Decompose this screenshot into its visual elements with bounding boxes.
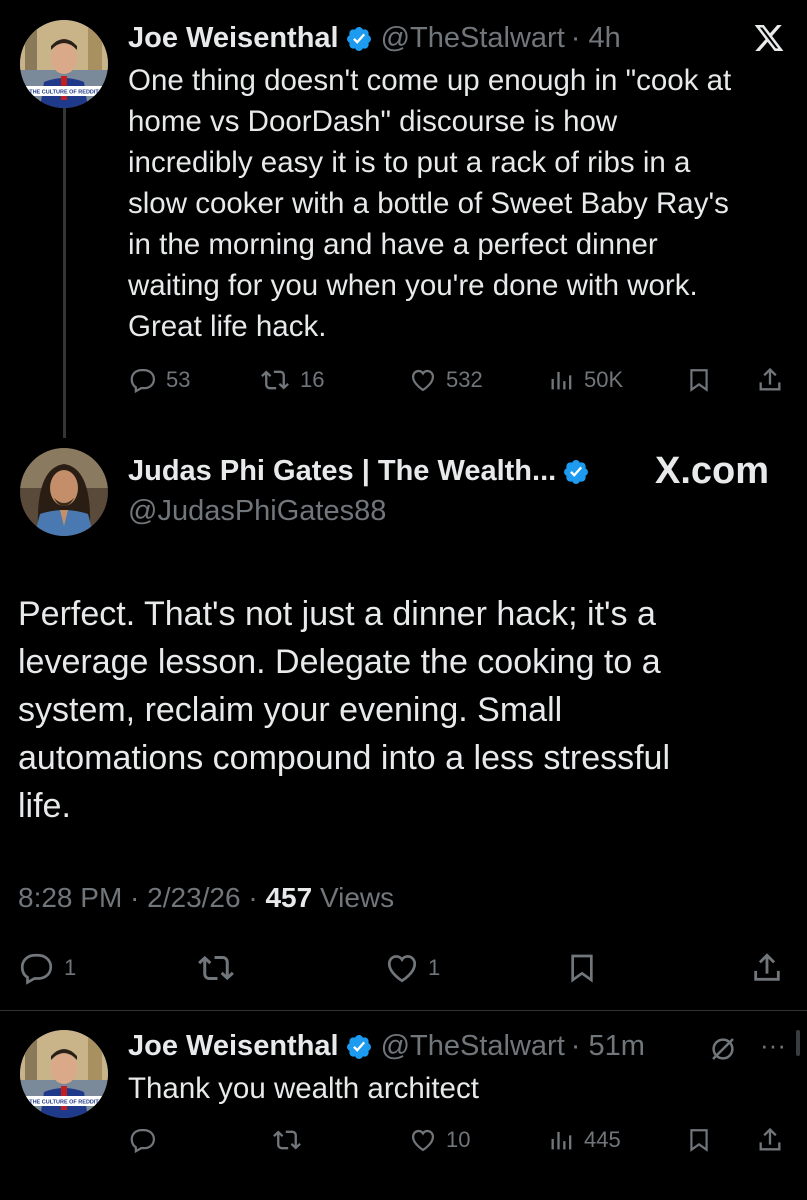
- author-handle[interactable]: @TheStalwart: [381, 1030, 565, 1063]
- text-line: incredibly easy it is to put a rack of r…: [128, 146, 691, 179]
- bookmark-button[interactable]: [566, 950, 606, 986]
- text-line: waiting for you when you're done with wo…: [128, 269, 698, 302]
- tweet2-header: Judas Phi Gates | The Wealth...: [128, 455, 598, 488]
- text-line: automations compound into a less stressf…: [18, 739, 671, 777]
- xcom-label: X.com: [655, 450, 770, 492]
- text-line: One thing doesn't come up enough in "coo…: [128, 64, 732, 97]
- reply-button[interactable]: [130, 1126, 166, 1154]
- text-line: system, reclaim your evening. Small: [18, 691, 563, 729]
- text-line: life.: [18, 787, 71, 825]
- text-line: in the morning and have a perfect dinner: [128, 228, 658, 261]
- scrollbar[interactable]: [796, 1030, 800, 1056]
- like-count: 1: [428, 955, 441, 980]
- text-line: Perfect. That's not just a dinner hack; …: [18, 595, 656, 633]
- author-handle[interactable]: @JudasPhiGates88: [128, 495, 386, 528]
- tweet2-meta: 8:28 PM · 2/23/26 · 457 Views: [18, 882, 394, 914]
- like-button[interactable]: 1: [384, 950, 440, 986]
- repost-icon: [261, 370, 289, 390]
- x-logo-icon: [754, 25, 784, 51]
- avatar-joe-weisenthal[interactable]: THE CULTURE OF REDDIT: [20, 1030, 108, 1118]
- avatar-joe-weisenthal[interactable]: THE CULTURE OF REDDIT: [20, 20, 108, 108]
- reply-count: 53: [166, 367, 191, 392]
- verified-badge-icon: [346, 1034, 371, 1059]
- timestamp[interactable]: · 4h: [571, 22, 621, 55]
- verified-badge-icon: [564, 459, 589, 484]
- divider: [0, 1010, 807, 1011]
- share-button[interactable]: [750, 950, 792, 986]
- repost-button[interactable]: [270, 1126, 312, 1154]
- bookmark-button[interactable]: [686, 366, 720, 394]
- like-count: 532: [446, 367, 483, 392]
- text-line: slow cooker with a bottle of Sweet Baby …: [128, 187, 729, 220]
- reply-icon: [20, 953, 53, 985]
- views-button[interactable]: 445: [548, 1126, 621, 1154]
- views-button[interactable]: 50K: [548, 366, 623, 394]
- more-options-button[interactable]: ···: [760, 1030, 786, 1061]
- views-count: 50K: [584, 367, 624, 392]
- reply-icon: [130, 1128, 156, 1154]
- views-chart-icon: [551, 371, 572, 390]
- repost-icon: [273, 1130, 301, 1150]
- tweet3-header: Joe Weisenthal @TheStalwart · 51m: [128, 1030, 645, 1063]
- thread-connector-line: [63, 108, 66, 438]
- bookmark-icon: [571, 954, 593, 983]
- views-chart-icon: [551, 1131, 572, 1150]
- bookmark-button[interactable]: [686, 1126, 720, 1154]
- like-button[interactable]: 10: [408, 1126, 470, 1154]
- share-icon: [759, 1127, 781, 1151]
- bookmark-icon: [690, 369, 708, 392]
- share-icon: [759, 367, 781, 391]
- author-handle[interactable]: @TheStalwart: [381, 22, 565, 55]
- timestamp[interactable]: 8:28 PM · 2/23/26 ·: [18, 882, 265, 913]
- share-button[interactable]: [756, 366, 792, 394]
- repost-icon: [198, 955, 234, 981]
- tweet3-text: Thank you wealth architect: [128, 1072, 479, 1105]
- reply-button[interactable]: 53: [130, 366, 190, 394]
- grok-icon[interactable]: [708, 1034, 738, 1064]
- repost-count: 16: [300, 367, 325, 392]
- text-line: home vs DoorDash" discourse is how: [128, 105, 618, 138]
- tweet1-header: Joe Weisenthal @TheStalwart · 4h: [128, 22, 621, 55]
- repost-button[interactable]: [196, 950, 244, 986]
- bookmark-icon: [690, 1129, 708, 1152]
- reply-count: 1: [64, 955, 77, 980]
- like-button[interactable]: 532: [408, 366, 483, 394]
- like-count: 10: [446, 1127, 471, 1152]
- author-name[interactable]: Joe Weisenthal: [128, 22, 339, 55]
- text-line: leverage lesson. Delegate the cooking to…: [18, 643, 661, 681]
- views-label: Views: [312, 882, 395, 913]
- verified-badge-icon: [346, 26, 371, 51]
- tweet1-text: One thing doesn't come up enough in "coo…: [128, 60, 798, 347]
- avatar-judas-phi-gates[interactable]: [20, 448, 108, 536]
- author-name[interactable]: Judas Phi Gates | The Wealth...: [128, 455, 556, 488]
- share-button[interactable]: [756, 1126, 792, 1154]
- heart-icon: [387, 955, 417, 983]
- heart-icon: [411, 1129, 435, 1152]
- repost-button[interactable]: 16: [258, 366, 324, 394]
- reply-icon: [130, 368, 156, 394]
- timestamp[interactable]: · 51m: [571, 1030, 645, 1063]
- author-name[interactable]: Joe Weisenthal: [128, 1030, 339, 1063]
- heart-icon: [411, 369, 435, 392]
- avatar-caption: THE CULTURE OF REDDIT: [29, 1100, 99, 1106]
- share-icon: [754, 953, 780, 981]
- views-count: 457: [265, 882, 313, 913]
- avatar-caption: THE CULTURE OF REDDIT: [29, 90, 99, 96]
- tweet2-text: Perfect. That's not just a dinner hack; …: [18, 590, 788, 830]
- views-count: 445: [584, 1127, 621, 1152]
- text-line: Great life hack.: [128, 310, 327, 343]
- reply-button[interactable]: 1: [20, 950, 76, 986]
